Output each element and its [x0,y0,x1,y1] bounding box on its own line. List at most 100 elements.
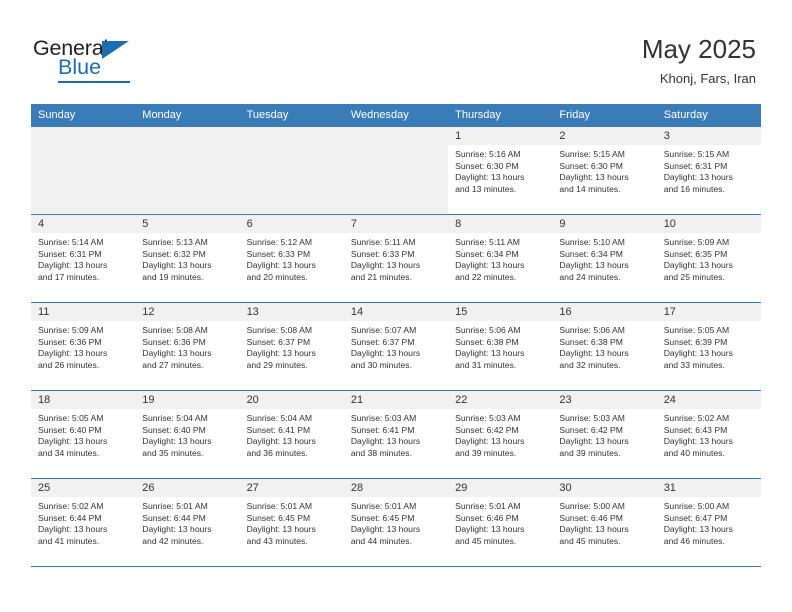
calendar-day-cell[interactable]: 11 Sunrise: 5:09 AM Sunset: 6:36 PM Dayligh… [31,302,136,391]
day-detail-line: Sunset: 6:41 PM [246,424,311,435]
calendar-day-cell[interactable]: 29 Sunrise: 5:01 AM Sunset: 6:46 PM Dayligh… [448,478,553,567]
day-details: Sunrise: 5:08 AM Sunset: 6:36 PM Daylight:… [135,321,239,372]
weekday-header-row: Sunday Monday Tuesday Wednesday Thursday… [31,104,761,127]
calendar-day-cell[interactable]: 24 Sunrise: 5:02 AM Sunset: 6:43 PM Dayligh… [656,390,761,479]
day-detail-line: Daylight: 13 hours [559,260,629,271]
generalblue-logo: General Blue [33,37,163,84]
day-detail-line: and 35 minutes. [142,448,204,459]
calendar-day-cell[interactable]: 20 Sunrise: 5:04 AM Sunset: 6:41 PM Dayligh… [239,390,344,479]
calendar-day-cell[interactable]: 7 Sunrise: 5:11 AM Sunset: 6:33 PM Daylight… [343,214,449,303]
calendar-day-cell[interactable]: 4 Sunrise: 5:14 AM Sunset: 6:31 PM Daylight… [31,214,136,303]
day-detail-line: Daylight: 13 hours [559,436,629,447]
day-number: 31 [656,479,761,497]
calendar-day-cell[interactable]: 5 Sunrise: 5:13 AM Sunset: 6:32 PM Daylight… [135,214,240,303]
day-detail-line: Sunrise: 5:07 AM [350,325,417,335]
calendar-day-cell-empty [135,126,240,215]
day-detail-line: Sunset: 6:33 PM [350,248,415,259]
day-detail-line: Sunset: 6:36 PM [38,336,102,347]
day-details: Sunrise: 5:03 AM Sunset: 6:41 PM Daylight:… [344,409,448,460]
day-details: Sunrise: 5:00 AM Sunset: 6:47 PM Daylight:… [657,497,761,548]
day-detail-line: Daylight: 13 hours [350,524,421,535]
day-number: 28 [343,479,449,497]
day-details: Sunrise: 5:13 AM Sunset: 6:32 PM Daylight:… [135,233,239,284]
day-number: 13 [239,303,344,321]
calendar-day-cell[interactable]: 26 Sunrise: 5:01 AM Sunset: 6:44 PM Dayligh… [135,478,240,567]
day-detail-line: and 27 minutes. [142,360,204,371]
calendar-day-cell[interactable]: 15 Sunrise: 5:06 AM Sunset: 6:38 PM Dayligh… [448,302,553,391]
day-detail-line: Sunrise: 5:11 AM [350,237,416,247]
day-details: Sunrise: 5:05 AM Sunset: 6:40 PM Daylight:… [31,409,135,460]
day-detail-line: and 46 minutes. [663,536,725,547]
day-number: 27 [239,479,344,497]
day-number [343,127,449,145]
calendar-day-cell[interactable]: 9 Sunrise: 5:10 AM Sunset: 6:34 PM Daylight… [552,214,657,303]
day-details: Sunrise: 5:12 AM Sunset: 6:33 PM Daylight:… [240,233,344,284]
day-detail-line: Daylight: 13 hours [559,524,629,535]
calendar-day-cell[interactable]: 16 Sunrise: 5:06 AM Sunset: 6:38 PM Dayligh… [552,302,657,391]
calendar-day-cell[interactable]: 30 Sunrise: 5:00 AM Sunset: 6:46 PM Dayligh… [552,478,657,567]
day-details: Sunrise: 5:04 AM Sunset: 6:41 PM Daylight:… [240,409,344,460]
calendar-day-cell[interactable]: 13 Sunrise: 5:08 AM Sunset: 6:37 PM Dayligh… [239,302,344,391]
weekday-header-tuesday: Tuesday [239,104,344,127]
day-number: 29 [448,479,553,497]
calendar-day-cell[interactable]: 25 Sunrise: 5:02 AM Sunset: 6:44 PM Dayligh… [31,478,136,567]
calendar-day-cell[interactable]: 10 Sunrise: 5:09 AM Sunset: 6:35 PM Dayligh… [656,214,761,303]
day-details: Sunrise: 5:04 AM Sunset: 6:40 PM Daylight:… [135,409,239,460]
calendar-day-cell[interactable]: 14 Sunrise: 5:07 AM Sunset: 6:37 PM Dayligh… [343,302,449,391]
day-detail-line: Sunrise: 5:01 AM [350,501,417,511]
day-detail-line: and 16 minutes. [663,184,725,195]
weekday-header-wednesday: Wednesday [343,104,449,127]
weekday-header-thursday: Thursday [448,104,553,127]
day-detail-line: Sunset: 6:33 PM [246,248,311,259]
calendar-day-cell[interactable]: 18 Sunrise: 5:05 AM Sunset: 6:40 PM Dayligh… [31,390,136,479]
day-details: Sunrise: 5:01 AM Sunset: 6:44 PM Daylight:… [135,497,239,548]
calendar-day-cell[interactable]: 1 Sunrise: 5:16 AM Sunset: 6:30 PM Daylight… [448,126,553,215]
day-detail-line: Sunrise: 5:04 AM [246,413,313,423]
day-detail-line: Daylight: 13 hours [350,436,421,447]
day-detail-line: and 45 minutes. [559,536,621,547]
calendar-day-cell[interactable]: 8 Sunrise: 5:11 AM Sunset: 6:34 PM Daylight… [448,214,553,303]
calendar-day-cell[interactable]: 17 Sunrise: 5:05 AM Sunset: 6:39 PM Dayligh… [656,302,761,391]
day-detail-line: Sunset: 6:34 PM [559,248,623,259]
day-number: 1 [448,127,553,145]
day-detail-line: Daylight: 13 hours [142,436,212,447]
day-number [31,127,136,145]
day-detail-line: Sunset: 6:38 PM [455,336,519,347]
day-detail-line: and 39 minutes. [455,448,517,459]
day-detail-line: and 22 minutes. [455,272,517,283]
day-detail-line: and 33 minutes. [663,360,725,371]
day-detail-line: Daylight: 13 hours [663,436,733,447]
day-detail-line: and 45 minutes. [455,536,517,547]
calendar-body: 1 Sunrise: 5:16 AM Sunset: 6:30 PM Daylight… [31,126,761,567]
day-detail-line: Daylight: 13 hours [38,348,108,359]
calendar-page: General Blue May 2025 Khonj, Fars, Iran … [0,0,792,612]
calendar-day-cell[interactable]: 22 Sunrise: 5:03 AM Sunset: 6:42 PM Dayligh… [448,390,553,479]
calendar-day-cell[interactable]: 12 Sunrise: 5:08 AM Sunset: 6:36 PM Dayligh… [135,302,240,391]
day-details: Sunrise: 5:05 AM Sunset: 6:39 PM Daylight:… [657,321,761,372]
calendar-week-row: 25 Sunrise: 5:02 AM Sunset: 6:44 PM Dayligh… [31,478,761,567]
day-details: Sunrise: 5:02 AM Sunset: 6:44 PM Daylight:… [31,497,135,548]
calendar-day-cell[interactable]: 28 Sunrise: 5:01 AM Sunset: 6:45 PM Dayligh… [343,478,449,567]
calendar-day-cell[interactable]: 19 Sunrise: 5:04 AM Sunset: 6:40 PM Dayligh… [135,390,240,479]
day-detail-line: and 13 minutes. [455,184,517,195]
calendar-day-cell[interactable]: 31 Sunrise: 5:00 AM Sunset: 6:47 PM Dayligh… [656,478,761,567]
day-detail-line: Sunrise: 5:03 AM [350,413,417,423]
day-number: 23 [552,391,657,409]
day-number: 24 [656,391,761,409]
calendar-day-cell[interactable]: 3 Sunrise: 5:15 AM Sunset: 6:31 PM Daylight… [656,126,761,215]
day-detail-line: and 24 minutes. [559,272,621,283]
calendar-week-row: 18 Sunrise: 5:05 AM Sunset: 6:40 PM Dayligh… [31,390,761,479]
day-detail-line: and 31 minutes. [455,360,517,371]
day-details: Sunrise: 5:07 AM Sunset: 6:37 PM Daylight:… [344,321,448,372]
calendar-day-cell[interactable]: 23 Sunrise: 5:03 AM Sunset: 6:42 PM Dayligh… [552,390,657,479]
day-detail-line: Sunrise: 5:01 AM [142,501,208,511]
calendar-day-cell[interactable]: 21 Sunrise: 5:03 AM Sunset: 6:41 PM Dayligh… [343,390,449,479]
day-detail-line: and 20 minutes. [246,272,308,283]
calendar-day-cell[interactable]: 6 Sunrise: 5:12 AM Sunset: 6:33 PM Daylight… [239,214,344,303]
day-detail-line: Sunrise: 5:04 AM [142,413,208,423]
calendar-day-cell[interactable]: 27 Sunrise: 5:01 AM Sunset: 6:45 PM Dayligh… [239,478,344,567]
day-detail-line: Sunrise: 5:01 AM [455,501,521,511]
day-detail-line: Daylight: 13 hours [559,348,629,359]
day-details: Sunrise: 5:01 AM Sunset: 6:46 PM Daylight:… [448,497,552,548]
calendar-day-cell[interactable]: 2 Sunrise: 5:15 AM Sunset: 6:30 PM Daylight… [552,126,657,215]
